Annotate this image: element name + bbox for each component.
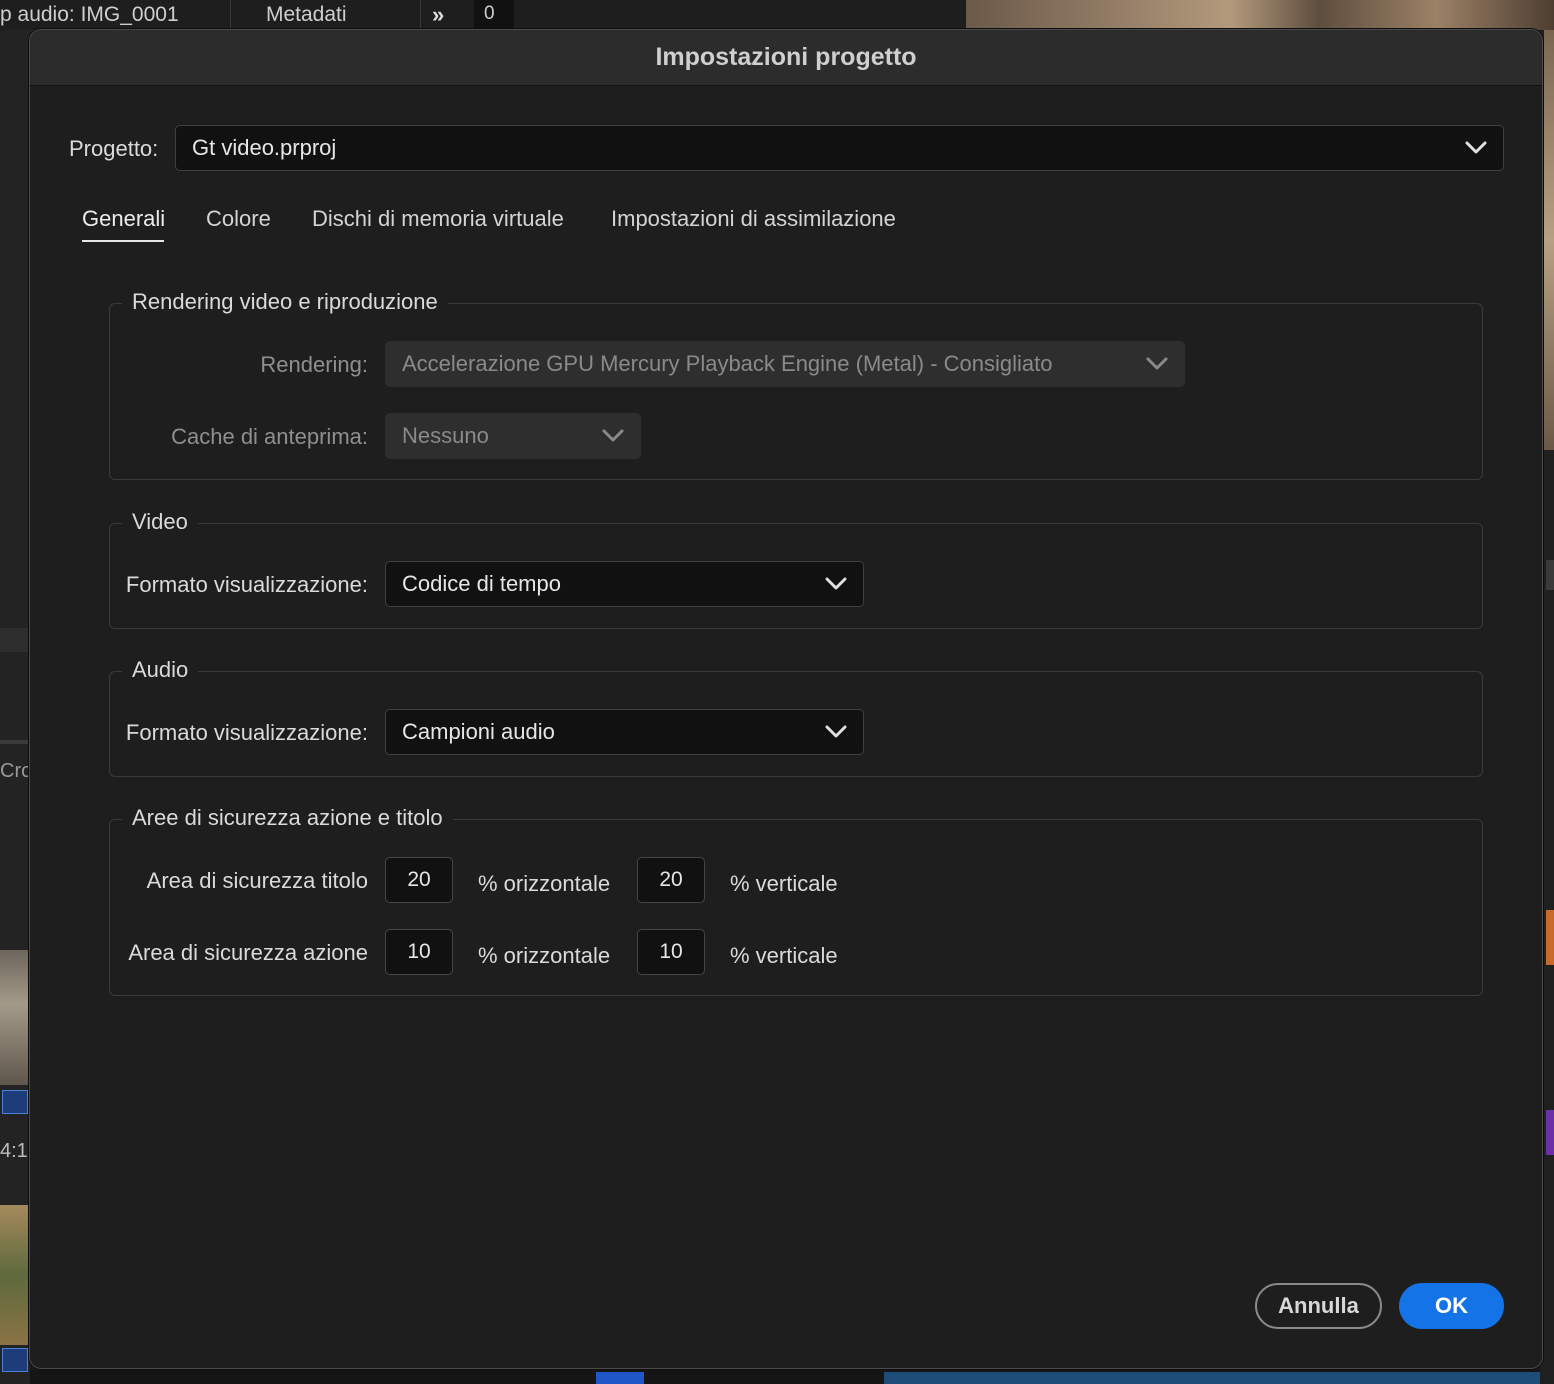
background-left-panel bbox=[0, 30, 30, 1384]
background-panel-tabbar: p audio: IMG_0001 Metadati » 0 bbox=[0, 0, 966, 31]
video-group-title: Video bbox=[122, 509, 198, 535]
timeline-marker bbox=[1546, 1110, 1554, 1155]
program-monitor-preview bbox=[966, 0, 1554, 30]
rendering-playback-group bbox=[109, 303, 1483, 480]
audio-group-title: Audio bbox=[122, 657, 199, 683]
timeline-marker bbox=[1546, 560, 1554, 590]
cancel-button[interactable]: Annulla bbox=[1255, 1283, 1382, 1329]
background-label-fragment: Cro bbox=[0, 760, 33, 782]
chevron-down-icon bbox=[602, 429, 624, 442]
audio-display-format-label: Formato visualizzazione: bbox=[125, 720, 368, 745]
action-safe-horizontal-unit: % orizzontale bbox=[478, 943, 611, 968]
tab-dischi-memoria-virtuale[interactable]: Dischi di memoria virtuale bbox=[312, 206, 564, 232]
timeline-tool-active bbox=[596, 1372, 644, 1384]
chevron-down-icon bbox=[1465, 141, 1487, 154]
panel-tab-divider bbox=[230, 0, 231, 30]
tab-impostazioni-assimilazione[interactable]: Impostazioni di assimilazione bbox=[611, 206, 896, 232]
project-dropdown-value: Gt video.prproj bbox=[192, 135, 337, 160]
rendering-dropdown[interactable]: Accelerazione GPU Mercury Playback Engin… bbox=[385, 341, 1185, 387]
chevron-down-icon bbox=[825, 725, 847, 738]
audio-display-format-dropdown[interactable]: Campioni audio bbox=[385, 709, 864, 755]
action-safe-vertical-input[interactable]: 10 bbox=[637, 929, 705, 975]
project-label: Progetto: bbox=[69, 136, 159, 161]
safe-areas-group-title: Aree di sicurezza azione e titolo bbox=[122, 805, 453, 831]
clip-thumbnail bbox=[0, 950, 30, 1085]
dialog-title: Impostazioni progetto bbox=[655, 43, 917, 71]
preview-cache-label: Cache di anteprima: bbox=[171, 424, 368, 449]
video-display-format-value: Codice di tempo bbox=[402, 571, 561, 596]
rendering-group-title: Rendering video e riproduzione bbox=[122, 289, 448, 315]
action-safe-label: Area di sicurezza azione bbox=[128, 940, 368, 965]
title-safe-label: Area di sicurezza titolo bbox=[146, 868, 368, 893]
chevron-down-icon bbox=[825, 577, 847, 590]
rendering-dropdown-value: Accelerazione GPU Mercury Playback Engin… bbox=[402, 351, 1053, 376]
audio-display-format-value: Campioni audio bbox=[402, 719, 555, 744]
timeline-marker bbox=[1546, 910, 1554, 965]
action-safe-vertical-unit: % verticale bbox=[730, 943, 838, 968]
panel-tab-audio-clip-mixer[interactable]: p audio: IMG_0001 bbox=[0, 3, 179, 27]
safe-areas-group bbox=[109, 819, 1483, 996]
project-dropdown[interactable]: Gt video.prproj bbox=[175, 125, 1504, 171]
timeline-audio-track bbox=[884, 1372, 1540, 1384]
rendering-label: Rendering: bbox=[260, 352, 368, 377]
monitor-preview-edge bbox=[1544, 30, 1554, 450]
tab-generali[interactable]: Generali bbox=[82, 206, 165, 232]
project-settings-dialog: Impostazioni progetto Progetto: Gt video… bbox=[29, 29, 1543, 1369]
title-safe-horizontal-unit: % orizzontale bbox=[478, 871, 611, 896]
tab-colore[interactable]: Colore bbox=[206, 206, 271, 232]
background-time-fragment: 4:1 bbox=[0, 1140, 28, 1162]
audio-waveform-icon bbox=[2, 1090, 28, 1114]
ok-button[interactable]: OK bbox=[1399, 1283, 1504, 1329]
panel-tab-metadata[interactable]: Metadati bbox=[266, 3, 347, 27]
chevron-down-icon bbox=[1146, 357, 1168, 370]
double-chevron-right-icon[interactable]: » bbox=[432, 2, 444, 28]
background-panel-header bbox=[0, 628, 30, 652]
preview-cache-dropdown-value: Nessuno bbox=[402, 423, 489, 448]
title-safe-horizontal-input[interactable]: 20 bbox=[385, 857, 453, 903]
preview-cache-dropdown[interactable]: Nessuno bbox=[385, 413, 641, 459]
timecode-field[interactable]: 0 bbox=[474, 0, 514, 28]
background-divider bbox=[0, 740, 30, 744]
dialog-titlebar[interactable]: Impostazioni progetto bbox=[30, 30, 1542, 86]
action-safe-horizontal-input[interactable]: 10 bbox=[385, 929, 453, 975]
active-tab-indicator bbox=[82, 240, 164, 242]
panel-tab-divider bbox=[420, 0, 421, 30]
clip-thumbnail bbox=[0, 1205, 30, 1345]
title-safe-vertical-input[interactable]: 20 bbox=[637, 857, 705, 903]
video-display-format-dropdown[interactable]: Codice di tempo bbox=[385, 561, 864, 607]
audio-waveform-icon bbox=[2, 1348, 28, 1372]
video-display-format-label: Formato visualizzazione: bbox=[125, 572, 368, 597]
title-safe-vertical-unit: % verticale bbox=[730, 871, 838, 896]
